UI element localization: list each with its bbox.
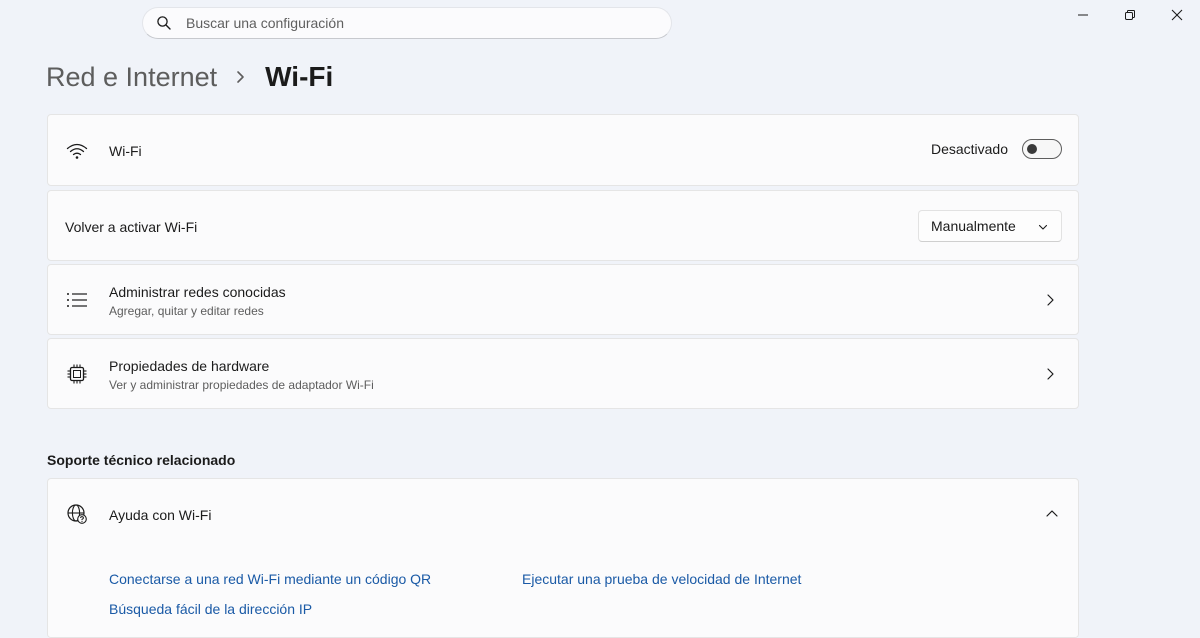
- hardware-properties-card[interactable]: Propiedades de hardware Ver y administra…: [47, 338, 1079, 409]
- link-qr-connect[interactable]: Conectarse a una red Wi-Fi mediante un c…: [109, 571, 431, 587]
- known-networks-title: Administrar redes conocidas: [109, 284, 286, 300]
- hardware-properties-title: Propiedades de hardware: [109, 358, 270, 374]
- minimize-icon: [1077, 9, 1089, 21]
- search-icon: [156, 15, 172, 31]
- list-icon: [66, 289, 88, 311]
- chevron-up-icon: [1044, 506, 1060, 522]
- wifi-icon: [66, 140, 88, 162]
- breadcrumb: Red e Internet Wi-Fi: [46, 58, 333, 96]
- wifi-status-label: Desactivado: [930, 141, 1008, 157]
- help-wifi-links: Conectarse a una red Wi-Fi mediante un c…: [48, 549, 1078, 637]
- globe-help-icon: [66, 503, 88, 525]
- chevron-right-icon: [1042, 292, 1058, 308]
- help-wifi-header[interactable]: Ayuda con Wi-Fi: [48, 479, 1078, 550]
- known-networks-text: Administrar redes conocidas Agregar, qui…: [109, 284, 286, 318]
- breadcrumb-parent-link[interactable]: Red e Internet: [46, 62, 217, 93]
- chevron-right-icon: [1042, 366, 1058, 382]
- restore-button[interactable]: [1107, 0, 1153, 30]
- wifi-label: Wi-Fi: [109, 143, 142, 159]
- toggle-knob: [1027, 144, 1037, 154]
- wifi-toggle-card: Wi-Fi Desactivado: [47, 114, 1079, 186]
- minimize-button[interactable]: [1060, 0, 1106, 30]
- known-networks-subtitle: Agregar, quitar y editar redes: [109, 304, 264, 318]
- page-title: Wi-Fi: [265, 61, 334, 92]
- reactivate-wifi-card: Volver a activar Wi-Fi Manualmente: [47, 190, 1079, 261]
- hardware-properties-subtitle: Ver y administrar propiedades de adaptad…: [109, 378, 374, 392]
- wifi-toggle-group: Desactivado: [931, 139, 1062, 159]
- link-ip-lookup[interactable]: Búsqueda fácil de la dirección IP: [109, 601, 312, 617]
- search-box[interactable]: [142, 7, 672, 39]
- restore-icon: [1124, 9, 1136, 21]
- chevron-right-icon: [235, 70, 247, 84]
- search-input[interactable]: [184, 14, 658, 32]
- link-speed-test[interactable]: Ejecutar una prueba de velocidad de Inte…: [522, 571, 801, 587]
- reactivate-label: Volver a activar Wi-Fi: [65, 219, 198, 235]
- known-networks-card[interactable]: Administrar redes conocidas Agregar, qui…: [47, 264, 1079, 335]
- reactivate-dropdown[interactable]: Manualmente: [918, 209, 1062, 242]
- hardware-properties-text: Propiedades de hardware Ver y administra…: [109, 358, 374, 392]
- chip-icon: [66, 363, 88, 385]
- reactivate-dropdown-value: Manualmente: [931, 217, 1016, 234]
- section-title-support: Soporte técnico relacionado: [47, 452, 236, 468]
- close-window-button[interactable]: [1154, 0, 1200, 30]
- help-wifi-card: Ayuda con Wi-Fi Conectarse a una red Wi-…: [47, 478, 1079, 638]
- wifi-toggle-switch[interactable]: [1022, 139, 1062, 159]
- chevron-down-icon: [1037, 220, 1049, 232]
- close-icon: [1171, 9, 1183, 21]
- help-wifi-title: Ayuda con Wi-Fi: [109, 507, 212, 523]
